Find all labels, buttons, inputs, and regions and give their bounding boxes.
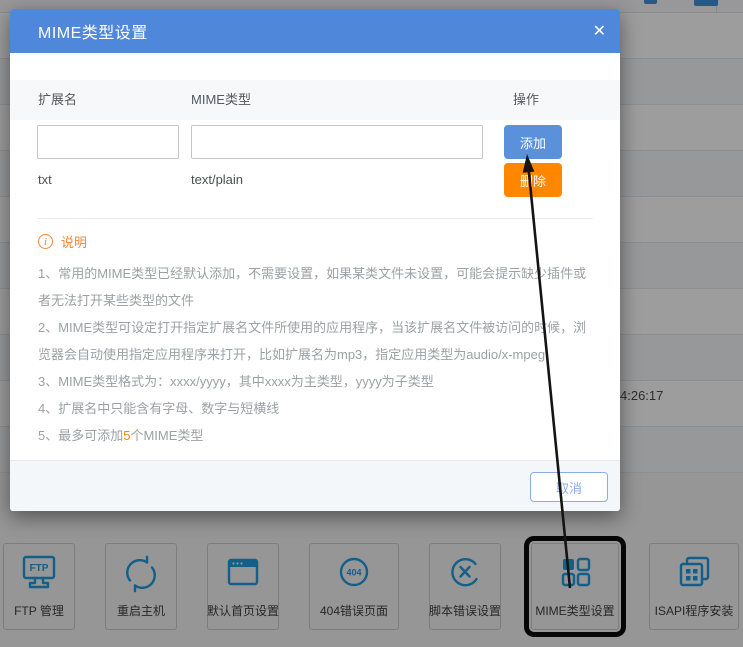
- notes-body: 1、常用的MIME类型已经默认添加，不需要设置，如果某类文件未设置，可能会提示缺…: [38, 260, 594, 449]
- dialog-footer: 取消: [10, 460, 620, 511]
- divider: [37, 218, 593, 219]
- note-5-prefix: 5、最多可添加: [38, 428, 123, 443]
- column-header-mime-type: MIME类型: [191, 80, 251, 120]
- dialog-title: MIME类型设置: [38, 19, 148, 43]
- column-header-extension: 扩展名: [38, 80, 77, 120]
- cancel-button[interactable]: 取消: [530, 472, 608, 502]
- page: 4:26:17 FTP FTP 管理 重启主机: [0, 0, 743, 647]
- note-item-4: 4、扩展名中只能含有字母、数字与短横线: [38, 395, 594, 422]
- mime-type-input[interactable]: [191, 125, 483, 159]
- notes-section: i 说明 1、常用的MIME类型已经默认添加，不需要设置，如果某类文件未设置，可…: [38, 232, 594, 449]
- note-item-3: 3、MIME类型格式为：xxxx/yyyy，其中xxxx为主类型，yyyy为子类…: [38, 368, 594, 395]
- extension-input[interactable]: [37, 125, 179, 159]
- table-header-row: 扩展名 MIME类型 操作: [10, 80, 620, 120]
- note-item-1: 1、常用的MIME类型已经默认添加，不需要设置，如果某类文件未设置，可能会提示缺…: [38, 260, 594, 314]
- note-item-5: 5、最多可添加5个MIME类型: [38, 422, 594, 449]
- column-header-operation: 操作: [513, 80, 539, 120]
- row-mime-value: text/plain: [191, 163, 243, 197]
- notes-title: 说明: [61, 232, 87, 251]
- notes-title-row: i 说明: [38, 232, 594, 251]
- add-button[interactable]: 添加: [504, 125, 562, 159]
- mime-settings-dialog: MIME类型设置 ✕ 扩展名 MIME类型 操作 添加 txt text/pla…: [10, 9, 620, 511]
- row-extension-value: txt: [38, 163, 52, 197]
- note-5-suffix: 个MIME类型: [130, 428, 203, 443]
- dialog-header: MIME类型设置 ✕: [10, 9, 620, 53]
- close-icon[interactable]: ✕: [593, 9, 606, 53]
- note-item-2: 2、MIME类型可设定打开指定扩展名文件所使用的应用程序，当该扩展名文件被访问的…: [38, 314, 594, 368]
- delete-button[interactable]: 删除: [504, 163, 562, 197]
- info-icon: i: [38, 234, 53, 249]
